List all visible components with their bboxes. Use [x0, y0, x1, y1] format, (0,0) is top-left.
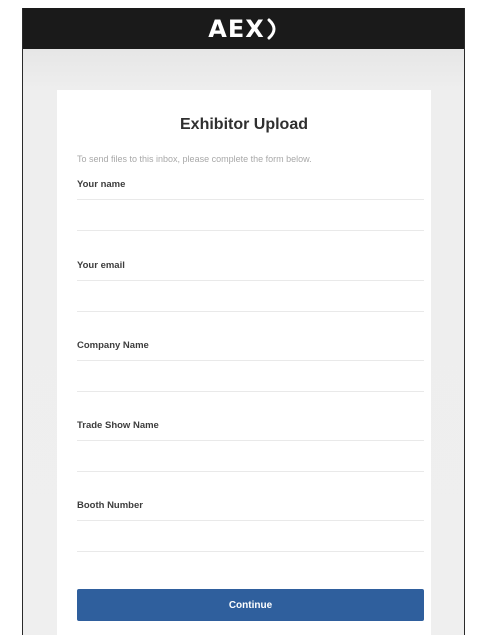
trade-show-name-input[interactable] [77, 440, 424, 472]
logo-text: AEX [208, 14, 265, 43]
field-label: Your name [77, 179, 126, 190]
field-label: Booth Number [77, 500, 143, 511]
field-label: Trade Show Name [77, 420, 159, 431]
upload-form-card: Exhibitor Upload To send files to this i… [57, 90, 431, 635]
form-title: Exhibitor Upload [180, 116, 308, 133]
field-label: Company Name [77, 340, 149, 351]
logo-swoosh-icon [267, 18, 276, 40]
booth-number-input[interactable] [77, 520, 424, 552]
form-intro-text: To send files to this inbox, please comp… [77, 154, 312, 164]
your-email-input[interactable] [77, 280, 424, 312]
app-frame: AEX Exhibitor Upload To send files to th… [22, 8, 465, 635]
your-name-input[interactable] [77, 199, 424, 231]
field-label: Your email [77, 260, 125, 271]
header-bar: AEX [23, 8, 464, 49]
aex-logo: AEX [208, 15, 278, 43]
company-name-input[interactable] [77, 360, 424, 392]
continue-button[interactable]: Continue [77, 589, 424, 621]
